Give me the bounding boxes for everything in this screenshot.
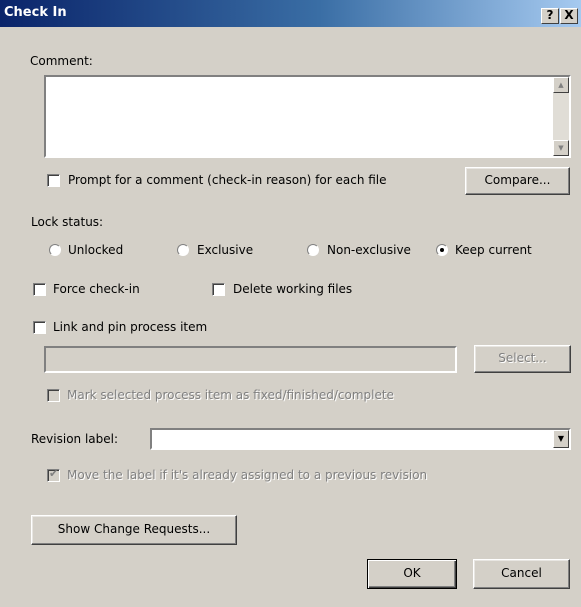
- move-label-label: Move the label if it's already assigned …: [67, 468, 428, 482]
- force-checkin-checkbox[interactable]: [33, 283, 46, 296]
- force-checkin-label: Force check-in: [53, 282, 140, 296]
- title-bar: Check In ? X: [0, 0, 581, 27]
- chevron-down-icon[interactable]: ▼: [553, 430, 569, 448]
- compare-button[interactable]: Compare...: [465, 167, 570, 195]
- process-item-field: [44, 346, 457, 373]
- radio-unlocked[interactable]: [49, 244, 61, 256]
- lock-status-label: Lock status:: [31, 215, 104, 229]
- radio-exclusive-label: Exclusive: [197, 243, 254, 257]
- select-button-label: Select...: [498, 351, 547, 365]
- ok-button[interactable]: OK: [367, 559, 457, 589]
- prompt-comment-checkbox[interactable]: [47, 174, 60, 187]
- radio-non-exclusive[interactable]: [307, 244, 319, 256]
- mark-fixed-checkbox: [47, 389, 60, 402]
- comment-scrollbar[interactable]: ▲ ▼: [553, 77, 569, 156]
- comment-label: Comment:: [30, 54, 93, 68]
- link-pin-label: Link and pin process item: [53, 320, 208, 334]
- close-button[interactable]: X: [560, 8, 578, 24]
- ok-button-label: OK: [403, 566, 421, 580]
- revision-label-combobox[interactable]: ▼: [150, 428, 571, 450]
- compare-button-label: Compare...: [484, 173, 551, 187]
- cancel-button-label: Cancel: [501, 566, 542, 580]
- move-label-checkbox: ✔: [47, 467, 60, 482]
- delete-working-files-label: Delete working files: [233, 282, 353, 296]
- radio-keep-current[interactable]: [436, 244, 448, 256]
- radio-unlocked-label: Unlocked: [68, 243, 124, 257]
- show-change-requests-label: Show Change Requests...: [57, 522, 211, 536]
- prompt-comment-label: Prompt for a comment (check-in reason) f…: [68, 173, 387, 187]
- radio-keep-current-label: Keep current: [455, 243, 532, 257]
- delete-working-files-checkbox[interactable]: [212, 283, 225, 296]
- check-in-dialog: Check In ? X Comment: ▲ ▼ Prompt for a c…: [0, 0, 581, 607]
- radio-exclusive[interactable]: [177, 244, 189, 256]
- scroll-up-icon[interactable]: ▲: [553, 77, 569, 93]
- show-change-requests-button[interactable]: Show Change Requests...: [31, 515, 237, 545]
- radio-non-exclusive-label: Non-exclusive: [327, 243, 411, 257]
- comment-textarea[interactable]: ▲ ▼: [44, 75, 571, 158]
- cancel-button[interactable]: Cancel: [473, 559, 570, 589]
- select-button: Select...: [474, 345, 571, 373]
- link-pin-checkbox[interactable]: [33, 321, 46, 334]
- help-button[interactable]: ?: [541, 8, 559, 24]
- revision-label-label: Revision label:: [31, 432, 119, 446]
- mark-fixed-label: Mark selected process item as fixed/fini…: [67, 388, 394, 402]
- dialog-title: Check In: [4, 5, 67, 20]
- scroll-down-icon[interactable]: ▼: [553, 140, 569, 156]
- checkmark-icon: ✔: [49, 467, 59, 480]
